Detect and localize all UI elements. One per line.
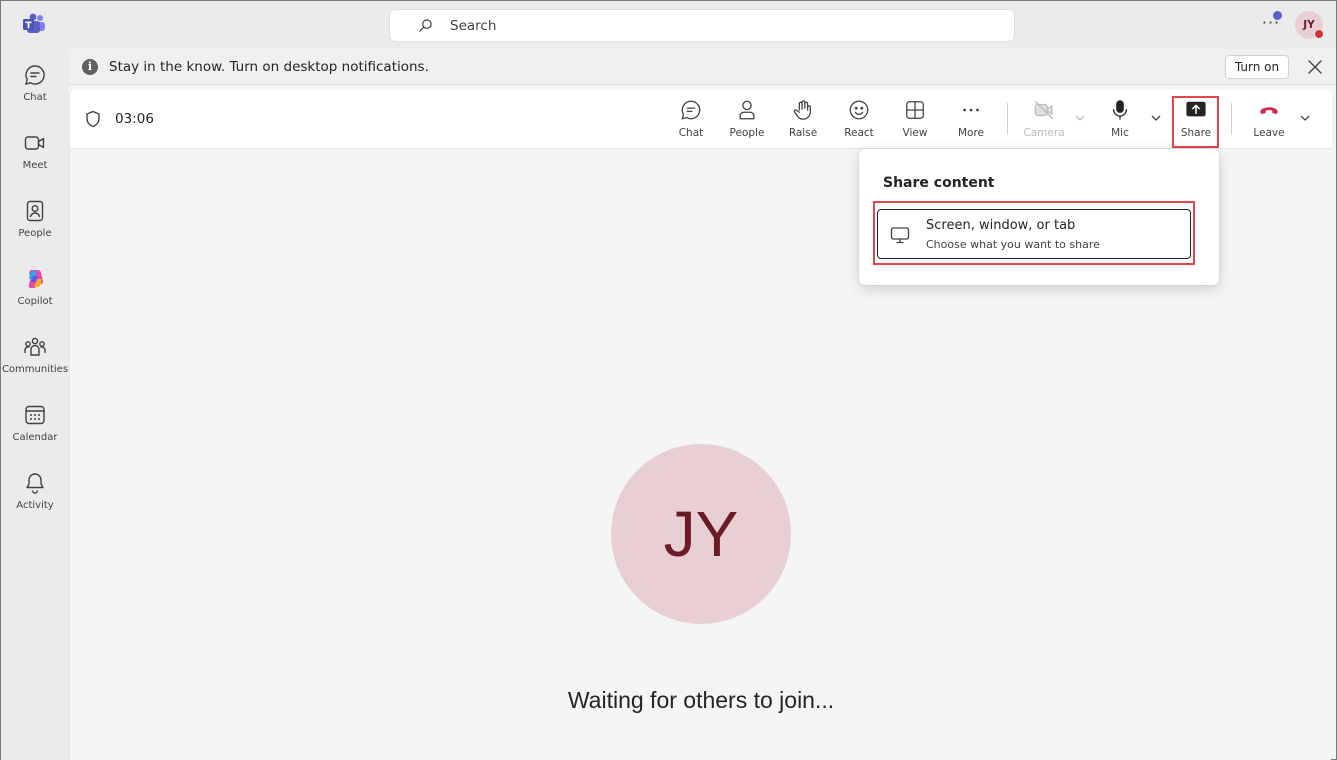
view-button[interactable]: View (890, 99, 940, 143)
rail-item-label: Chat (23, 92, 47, 103)
search-icon (419, 19, 432, 32)
teams-logo-icon[interactable] (22, 13, 46, 35)
video-icon (24, 136, 45, 150)
top-bar: Search ··· JY (69, 1, 1336, 49)
rail-item-calendar[interactable]: Calendar (1, 403, 69, 465)
chat-label: Chat (678, 127, 704, 139)
hand-icon (793, 100, 811, 120)
chat-icon (25, 65, 45, 85)
participant-avatar: JY (611, 444, 791, 624)
rail-item-label: Calendar (12, 432, 58, 443)
hang-up-icon (1260, 107, 1278, 114)
chevron-down-icon[interactable] (1149, 111, 1163, 125)
toolbar-divider (1231, 103, 1232, 135)
calendar-icon (25, 405, 45, 425)
search-input[interactable]: Search (389, 9, 1015, 42)
react-button[interactable]: React (834, 99, 884, 143)
share-button[interactable]: Share (1171, 99, 1221, 143)
person-icon (739, 100, 755, 120)
rail-item-label: People (18, 228, 52, 239)
toolbar-divider (1007, 103, 1008, 135)
copilot-icon (28, 270, 44, 288)
rail-item-label: Meet (22, 160, 48, 171)
leave-button[interactable]: Leave (1244, 99, 1294, 143)
raise-hand-button[interactable]: Raise (778, 99, 828, 143)
react-label: React (844, 127, 874, 139)
share-screen-icon (1186, 101, 1206, 117)
popup-title: Share content (883, 175, 995, 191)
more-button[interactable]: More (946, 99, 996, 143)
camera-off-icon (1034, 101, 1053, 119)
banner-message: Stay in the know. Turn on desktop notifi… (109, 59, 429, 75)
bell-icon (26, 473, 44, 494)
option-subtitle: Choose what you want to share (926, 238, 1100, 251)
view-label: View (902, 127, 928, 139)
shield-icon[interactable] (84, 110, 102, 128)
rail-item-label: Copilot (17, 296, 53, 307)
info-icon: i (82, 59, 98, 75)
notification-dot (1273, 11, 1282, 20)
people-label: People (729, 127, 765, 139)
share-label: Share (1180, 127, 1212, 139)
rail-item-copilot[interactable]: Copilot (1, 267, 69, 329)
grid-view-icon (906, 101, 924, 119)
rail-item-people[interactable]: People (1, 199, 69, 261)
close-icon[interactable] (1306, 58, 1324, 76)
more-label: More (957, 127, 985, 139)
people-icon (26, 200, 44, 222)
leave-label: Leave (1253, 127, 1285, 139)
turn-on-button[interactable]: Turn on (1225, 55, 1289, 79)
camera-button[interactable]: Camera (1019, 99, 1069, 143)
rail-item-label: Activity (16, 500, 54, 511)
rail-item-label: Communities (1, 364, 69, 375)
communities-icon (24, 337, 46, 356)
notification-banner: i Stay in the know. Turn on desktop noti… (69, 49, 1336, 85)
rail-item-meet[interactable]: Meet (1, 131, 69, 193)
rail-item-communities[interactable]: Communities (1, 335, 69, 397)
share-screen-option[interactable]: Screen, window, or tab Choose what you w… (877, 209, 1191, 259)
waiting-message: Waiting for others to join... (567, 687, 835, 713)
presence-status-icon (1314, 29, 1324, 39)
app-rail: Chat Meet People Copilot Communities Cal… (1, 1, 69, 760)
chat-button[interactable]: Chat (666, 99, 716, 143)
camera-label: Camera (1023, 127, 1065, 139)
mic-label: Mic (1111, 127, 1129, 139)
microphone-icon (1112, 100, 1128, 120)
search-placeholder: Search (450, 17, 497, 34)
rail-item-activity[interactable]: Activity (1, 471, 69, 533)
option-title: Screen, window, or tab (926, 218, 1076, 233)
meeting-toolbar: 03:06 Chat People Raise React View More … (70, 89, 1332, 149)
chat-icon (681, 100, 701, 120)
mic-button[interactable]: Mic (1095, 99, 1145, 143)
more-horizontal-icon (963, 108, 979, 112)
chevron-down-icon[interactable] (1073, 111, 1087, 125)
monitor-icon (890, 227, 910, 244)
meeting-timer: 03:06 (115, 111, 154, 127)
chevron-down-icon[interactable] (1298, 111, 1312, 125)
rail-item-chat[interactable]: Chat (1, 63, 69, 125)
share-content-popup: Share content Screen, window, or tab Cho… (859, 149, 1219, 285)
raise-label: Raise (788, 127, 818, 139)
people-button[interactable]: People (722, 99, 772, 143)
smiley-icon (849, 100, 869, 120)
